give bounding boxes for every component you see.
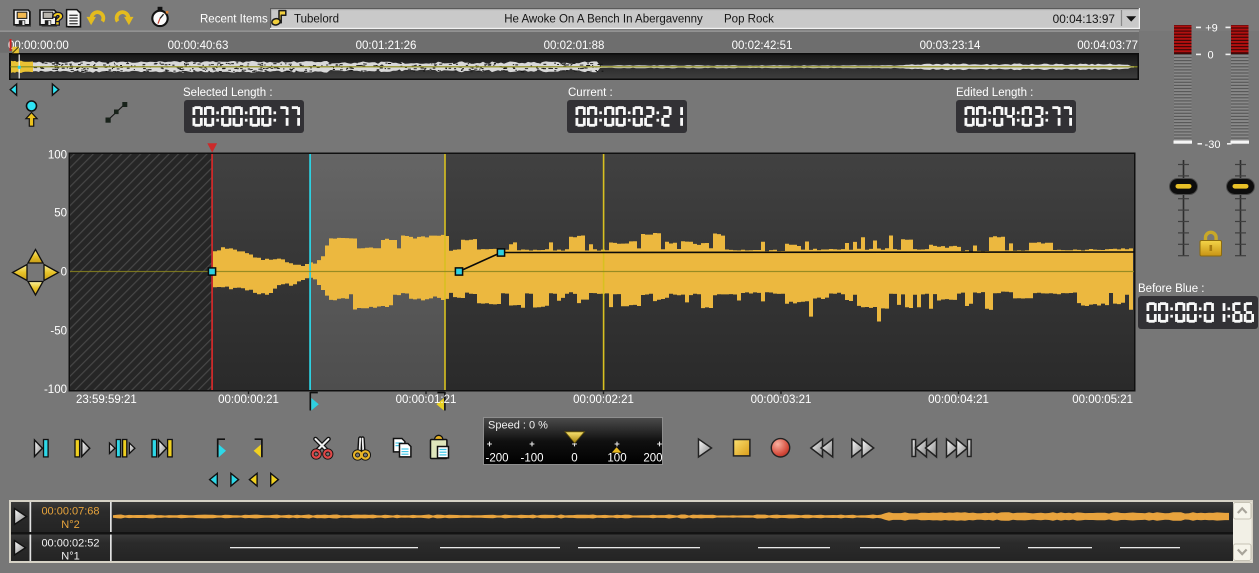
svg-text:100: 100 [48,150,67,162]
svg-text:+9: +9 [1205,23,1218,35]
svg-text:00:02:42:51: 00:02:42:51 [732,40,793,52]
svg-text:00:00:02:21: 00:00:02:21 [573,394,634,406]
svg-text:He Awoke On A Bench In Abergav: He Awoke On A Bench In Abergavenny [504,14,703,26]
svg-text:00:00:01:21: 00:00:01:21 [396,394,457,406]
svg-text:50: 50 [54,208,67,220]
svg-text:200: 200 [643,453,662,465]
svg-text:00:00:05:21: 00:00:05:21 [1072,394,1133,406]
svg-text:-30: -30 [1205,139,1221,151]
svg-text:Pop Rock: Pop Rock [724,14,774,26]
svg-text:-100: -100 [44,384,67,396]
svg-text:00:03:23:14: 00:03:23:14 [920,40,981,52]
svg-text:00:04:03:77: 00:04:03:77 [1077,40,1138,52]
svg-text:Edited Length :: Edited Length : [956,87,1033,99]
svg-text:00:00:04:21: 00:00:04:21 [928,394,989,406]
svg-text:Selected Length :: Selected Length : [183,87,273,99]
svg-text:?: ? [53,10,63,29]
svg-text:-50: -50 [50,326,67,338]
svg-text:100: 100 [607,453,626,465]
svg-text:N°1: N°1 [61,551,79,563]
svg-text:-200: -200 [486,453,509,465]
svg-text:00:00:00:21: 00:00:00:21 [218,394,279,406]
svg-text:0: 0 [61,267,67,279]
svg-text:Recent Items :: Recent Items : [200,14,274,26]
svg-text:00:04:13:97: 00:04:13:97 [1053,12,1115,26]
svg-text:-100: -100 [520,453,543,465]
svg-text:Before Blue :: Before Blue : [1138,283,1204,295]
svg-text:00:00:02:52: 00:00:02:52 [41,538,99,550]
svg-text:00:00:40:63: 00:00:40:63 [168,40,229,52]
svg-text:00:01:21:26: 00:01:21:26 [356,40,417,52]
svg-text:N°2: N°2 [61,519,79,531]
svg-text:00:00:07:68: 00:00:07:68 [41,506,99,518]
svg-text:Tubelord: Tubelord [294,14,339,26]
svg-text:00:00:03:21: 00:00:03:21 [751,394,812,406]
svg-text:Current :: Current : [568,87,613,99]
svg-text:Speed : 0 %: Speed : 0 % [488,420,548,432]
svg-text:0: 0 [571,453,577,465]
svg-text:0: 0 [1207,50,1213,62]
svg-text:23:59:59:21: 23:59:59:21 [76,394,137,406]
svg-text:00:02:01:88: 00:02:01:88 [544,40,605,52]
